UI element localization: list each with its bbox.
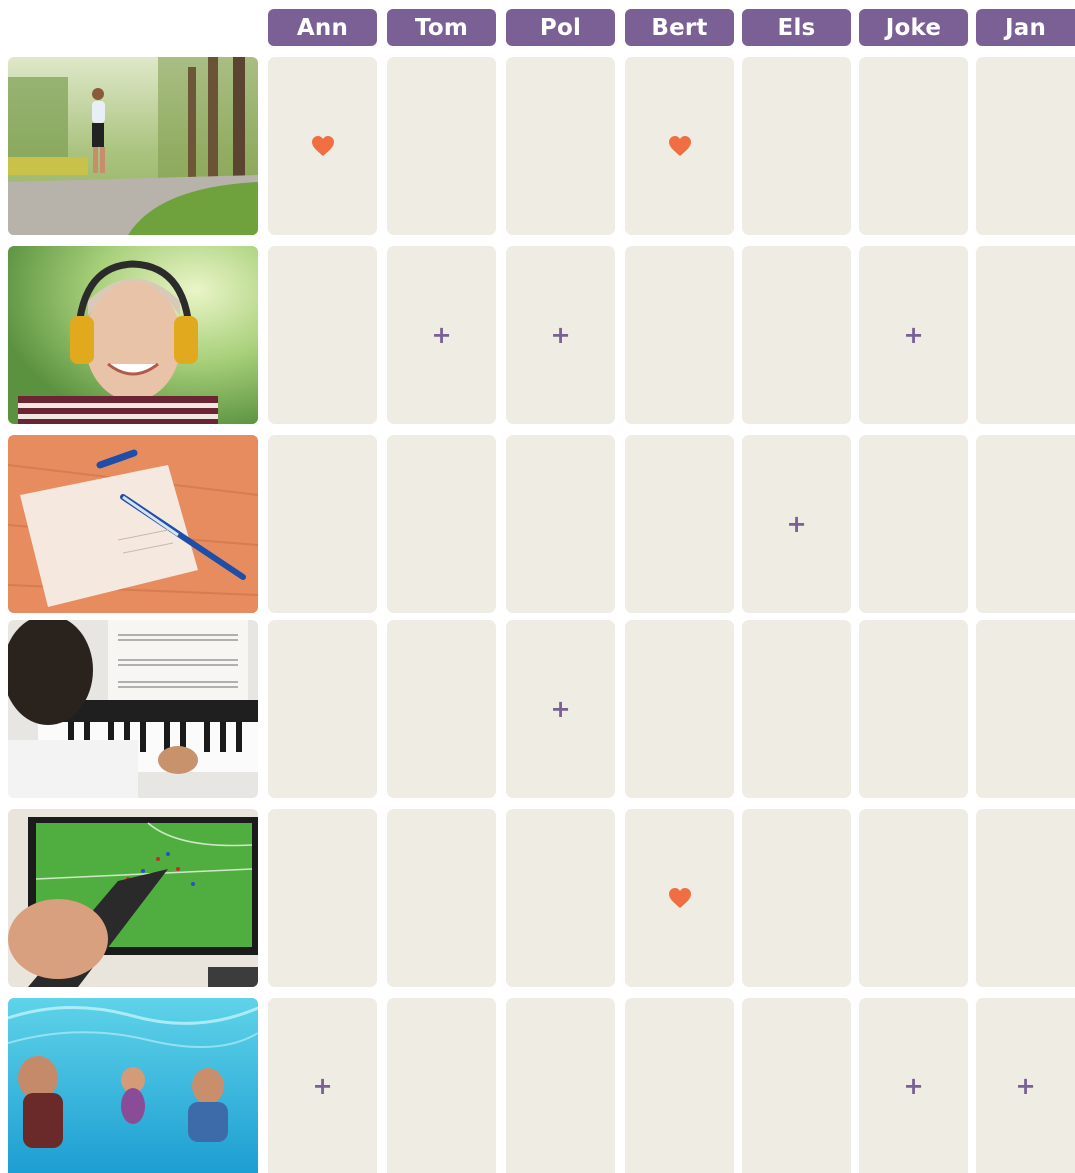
cell-joke-row-3[interactable]: [859, 435, 968, 613]
cell-ann-row-3[interactable]: [268, 435, 377, 613]
column-header-tom: Tom: [387, 9, 496, 46]
cell-pol-row-6[interactable]: [506, 998, 615, 1173]
piano-playing-photo: [8, 620, 258, 798]
column-header-ann: Ann: [268, 9, 377, 46]
cell-pol-row-5[interactable]: [506, 809, 615, 987]
music-headphones-photo: [8, 246, 258, 424]
cell-els-row-5[interactable]: [742, 809, 851, 987]
cell-bert-row-5[interactable]: [625, 809, 734, 987]
column-header-els: Els: [742, 9, 851, 46]
cell-jan-row-3[interactable]: [976, 435, 1075, 613]
cell-bert-row-4[interactable]: [625, 620, 734, 798]
cell-els-row-2[interactable]: [742, 246, 851, 424]
cell-els-row-1[interactable]: [742, 57, 851, 235]
cell-tom-row-1[interactable]: [387, 57, 496, 235]
jogging-photo: [8, 57, 258, 235]
cell-els-row-4[interactable]: [742, 620, 851, 798]
cell-jan-row-4[interactable]: [976, 620, 1075, 798]
cell-ann-row-1[interactable]: [268, 57, 377, 235]
cell-ann-row-6[interactable]: +: [268, 998, 377, 1173]
swimming-underwater-photo: [8, 998, 258, 1173]
heart-icon: [668, 888, 691, 908]
cell-joke-row-5[interactable]: [859, 809, 968, 987]
plus-icon: +: [431, 321, 452, 349]
plus-icon: +: [903, 321, 924, 349]
cell-jan-row-1[interactable]: [976, 57, 1075, 235]
cell-ann-row-5[interactable]: [268, 809, 377, 987]
column-header-bert: Bert: [625, 9, 734, 46]
column-header-pol: Pol: [506, 9, 615, 46]
cell-tom-row-4[interactable]: [387, 620, 496, 798]
cell-jan-row-2[interactable]: [976, 246, 1075, 424]
watching-football-tv-photo: [8, 809, 258, 987]
cell-tom-row-2[interactable]: +: [387, 246, 496, 424]
heart-icon: [311, 136, 334, 156]
column-header-joke: Joke: [859, 9, 968, 46]
cell-joke-row-2[interactable]: +: [859, 246, 968, 424]
column-header-jan: Jan: [976, 9, 1075, 46]
cell-tom-row-5[interactable]: [387, 809, 496, 987]
plus-icon: +: [312, 1071, 333, 1100]
heart-icon: [668, 136, 691, 156]
cell-joke-row-4[interactable]: [859, 620, 968, 798]
writing-letter-photo: [8, 435, 258, 613]
cell-bert-row-3[interactable]: [625, 435, 734, 613]
cell-bert-row-1[interactable]: [625, 57, 734, 235]
plus-icon: +: [1015, 1071, 1036, 1100]
cell-pol-row-4[interactable]: +: [506, 620, 615, 798]
cell-pol-row-2[interactable]: +: [506, 246, 615, 424]
plus-icon: +: [550, 321, 571, 349]
plus-icon: +: [786, 510, 807, 538]
plus-icon: +: [550, 695, 571, 723]
cell-tom-row-3[interactable]: [387, 435, 496, 613]
cell-ann-row-4[interactable]: [268, 620, 377, 798]
cell-joke-row-1[interactable]: [859, 57, 968, 235]
cell-joke-row-6[interactable]: +: [859, 998, 968, 1173]
cell-bert-row-6[interactable]: [625, 998, 734, 1173]
cell-ann-row-2[interactable]: [268, 246, 377, 424]
cell-els-row-6[interactable]: [742, 998, 851, 1173]
cell-pol-row-1[interactable]: [506, 57, 615, 235]
cell-jan-row-5[interactable]: [976, 809, 1075, 987]
cell-pol-row-3[interactable]: [506, 435, 615, 613]
cell-bert-row-2[interactable]: [625, 246, 734, 424]
cell-tom-row-6[interactable]: [387, 998, 496, 1173]
cell-els-row-3[interactable]: +: [742, 435, 851, 613]
plus-icon: +: [903, 1071, 924, 1100]
cell-jan-row-6[interactable]: +: [976, 998, 1075, 1173]
